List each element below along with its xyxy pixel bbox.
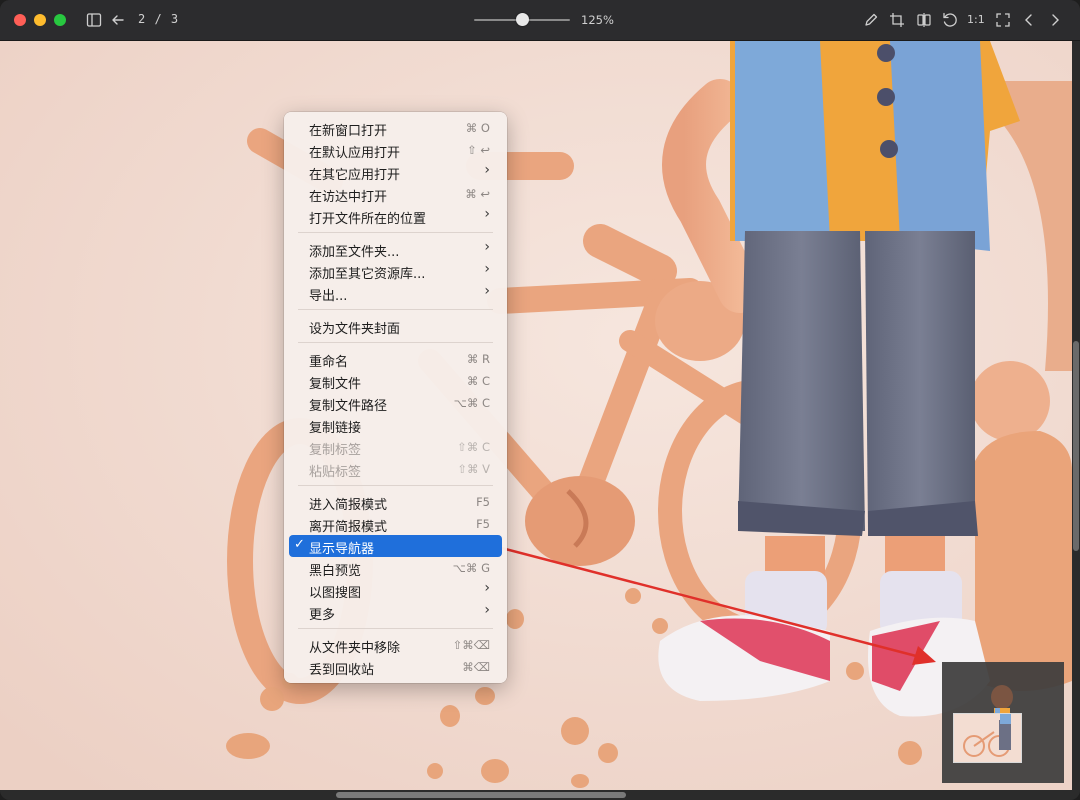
- menu-item-3-0[interactable]: 重命名 ⌘ R: [289, 348, 502, 370]
- menu-item-shortcut: ⌘ O: [465, 121, 490, 135]
- submenu-chevron-icon: ›: [484, 283, 490, 299]
- menu-item-2-0[interactable]: 设为文件夹封面: [289, 315, 502, 337]
- menu-item-shortcut: F5: [476, 495, 490, 509]
- menu-item-label: 黑白预览: [309, 564, 362, 579]
- menu-item-label: 导出...: [309, 289, 348, 304]
- menu-item-label: 显示导航器: [309, 542, 375, 557]
- chevron-right-icon[interactable]: [1046, 11, 1064, 29]
- menu-item-label: 复制标签: [309, 443, 362, 458]
- menu-item-label: 复制文件: [309, 377, 362, 392]
- menu-item-label: 在默认应用打开: [309, 146, 401, 161]
- menu-item-shortcut: ⇧⌘ V: [457, 462, 490, 476]
- zoom-slider-knob[interactable]: [515, 13, 529, 26]
- menu-item-label: 进入简报模式: [309, 498, 388, 513]
- menu-item-shortcut: ⌥⌘ C: [453, 396, 490, 410]
- menu-item-label: 重命名: [309, 355, 349, 370]
- rotate-icon[interactable]: [941, 11, 959, 29]
- back-arrow-icon[interactable]: [109, 11, 127, 29]
- menu-item-0-2[interactable]: 在其它应用打开 ›: [289, 161, 502, 183]
- chevron-left-icon[interactable]: [1020, 11, 1038, 29]
- menu-item-label: 粘贴标签: [309, 465, 362, 480]
- menu-item-4-3[interactable]: 黑白预览 ⌥⌘ G: [289, 557, 502, 579]
- flip-icon[interactable]: [915, 11, 933, 29]
- menu-item-4-2[interactable]: ✓ 显示导航器: [289, 535, 502, 557]
- menu-separator: [298, 485, 493, 486]
- menu-item-label: 打开文件所在的位置: [309, 212, 427, 227]
- submenu-chevron-icon: ›: [484, 206, 490, 222]
- menu-item-1-2[interactable]: 导出... ›: [289, 282, 502, 304]
- navigator-panel[interactable]: [942, 662, 1064, 783]
- menu-item-shortcut: ⌘⌫: [462, 660, 490, 674]
- minimize-window-button[interactable]: [34, 14, 46, 26]
- menu-item-0-4[interactable]: 打开文件所在的位置 ›: [289, 205, 502, 227]
- actual-size-icon[interactable]: 1:1: [967, 13, 989, 31]
- menu-item-label: 在其它应用打开: [309, 168, 401, 183]
- menu-item-3-5: 粘贴标签 ⇧⌘ V: [289, 458, 502, 480]
- fullscreen-icon[interactable]: [994, 11, 1012, 29]
- menu-item-shortcut: ⌥⌘ G: [452, 561, 490, 575]
- menu-separator: [298, 342, 493, 343]
- close-window-button[interactable]: [14, 14, 26, 26]
- submenu-chevron-icon: ›: [484, 580, 490, 596]
- menu-item-5-1[interactable]: 丢到回收站 ⌘⌫: [289, 656, 502, 678]
- vertical-scrollbar[interactable]: [1072, 41, 1080, 790]
- menu-item-shortcut: F5: [476, 517, 490, 531]
- menu-item-label: 复制文件路径: [309, 399, 388, 414]
- menu-separator: [298, 232, 493, 233]
- menu-item-label: 添加至文件夹...: [309, 245, 400, 260]
- menu-item-label: 复制链接: [309, 421, 362, 436]
- menu-separator: [298, 628, 493, 629]
- menu-item-0-3[interactable]: 在访达中打开 ⌘ ↩: [289, 183, 502, 205]
- menu-item-label: 在访达中打开: [309, 190, 388, 205]
- menu-item-3-3[interactable]: 复制链接: [289, 414, 502, 436]
- vertical-scroll-thumb[interactable]: [1073, 341, 1079, 551]
- menu-item-label: 设为文件夹封面: [309, 322, 401, 337]
- image-canvas[interactable]: [0, 41, 1072, 790]
- menu-item-shortcut: ⌘ R: [466, 352, 490, 366]
- menu-item-5-0[interactable]: 从文件夹中移除 ⇧⌘⌫: [289, 634, 502, 656]
- menu-item-4-0[interactable]: 进入简报模式 F5: [289, 491, 502, 513]
- menu-item-label: 在新窗口打开: [309, 124, 388, 139]
- sidebar-toggle-icon[interactable]: [85, 11, 103, 29]
- menu-item-label: 更多: [309, 608, 336, 623]
- menu-item-shortcut: ⇧⌘ C: [457, 440, 490, 454]
- menu-item-4-4[interactable]: 以图搜图 ›: [289, 579, 502, 601]
- menu-item-3-4: 复制标签 ⇧⌘ C: [289, 436, 502, 458]
- menu-item-label: 丢到回收站: [309, 663, 375, 678]
- submenu-chevron-icon: ›: [484, 239, 490, 255]
- navigator-viewport[interactable]: [953, 713, 1022, 763]
- menu-item-4-5[interactable]: 更多 ›: [289, 601, 502, 623]
- menu-item-shortcut: ⌘ C: [466, 374, 490, 388]
- menu-item-0-1[interactable]: 在默认应用打开 ⇧ ↩: [289, 139, 502, 161]
- menu-item-label: 离开简报模式: [309, 520, 388, 535]
- menu-item-3-2[interactable]: 复制文件路径 ⌥⌘ C: [289, 392, 502, 414]
- menu-item-shortcut: ⌘ ↩: [465, 187, 490, 201]
- menu-item-4-1[interactable]: 离开简报模式 F5: [289, 513, 502, 535]
- menu-item-1-0[interactable]: 添加至文件夹... ›: [289, 238, 502, 260]
- submenu-chevron-icon: ›: [484, 602, 490, 618]
- illustration-image: [0, 41, 1072, 790]
- context-menu: 在新窗口打开 ⌘ O 在默认应用打开 ⇧ ↩ 在其它应用打开 › 在访达中打开 ⌘ ↩ 打开文件…: [284, 112, 507, 683]
- menu-item-0-0[interactable]: 在新窗口打开 ⌘ O: [289, 117, 502, 139]
- menu-separator: [298, 309, 493, 310]
- menu-item-label: 从文件夹中移除: [309, 641, 401, 656]
- crop-icon[interactable]: [888, 11, 906, 29]
- menu-item-shortcut: ⇧⌘⌫: [452, 638, 490, 652]
- submenu-chevron-icon: ›: [484, 162, 490, 178]
- horizontal-scroll-thumb[interactable]: [336, 792, 626, 798]
- image-viewer-window: 2 / 3 125% 1:1 在新窗口打开 ⌘ O 在默认应用打开 ⇧ ↩ 在其…: [0, 0, 1080, 800]
- title-bar: 2 / 3 125% 1:1: [0, 0, 1080, 41]
- menu-item-label: 以图搜图: [309, 586, 362, 601]
- zoom-level-label: 125%: [581, 13, 614, 27]
- menu-item-shortcut: ⇧ ↩: [467, 143, 490, 157]
- submenu-chevron-icon: ›: [484, 261, 490, 277]
- menu-item-1-1[interactable]: 添加至其它资源库... ›: [289, 260, 502, 282]
- page-counter: 2 / 3: [138, 12, 180, 26]
- menu-item-label: 添加至其它资源库...: [309, 267, 426, 282]
- horizontal-scrollbar[interactable]: [0, 790, 1080, 800]
- zoom-window-button[interactable]: [54, 14, 66, 26]
- checkmark-icon: ✓: [294, 537, 305, 552]
- menu-item-3-1[interactable]: 复制文件 ⌘ C: [289, 370, 502, 392]
- pencil-icon[interactable]: [862, 11, 880, 29]
